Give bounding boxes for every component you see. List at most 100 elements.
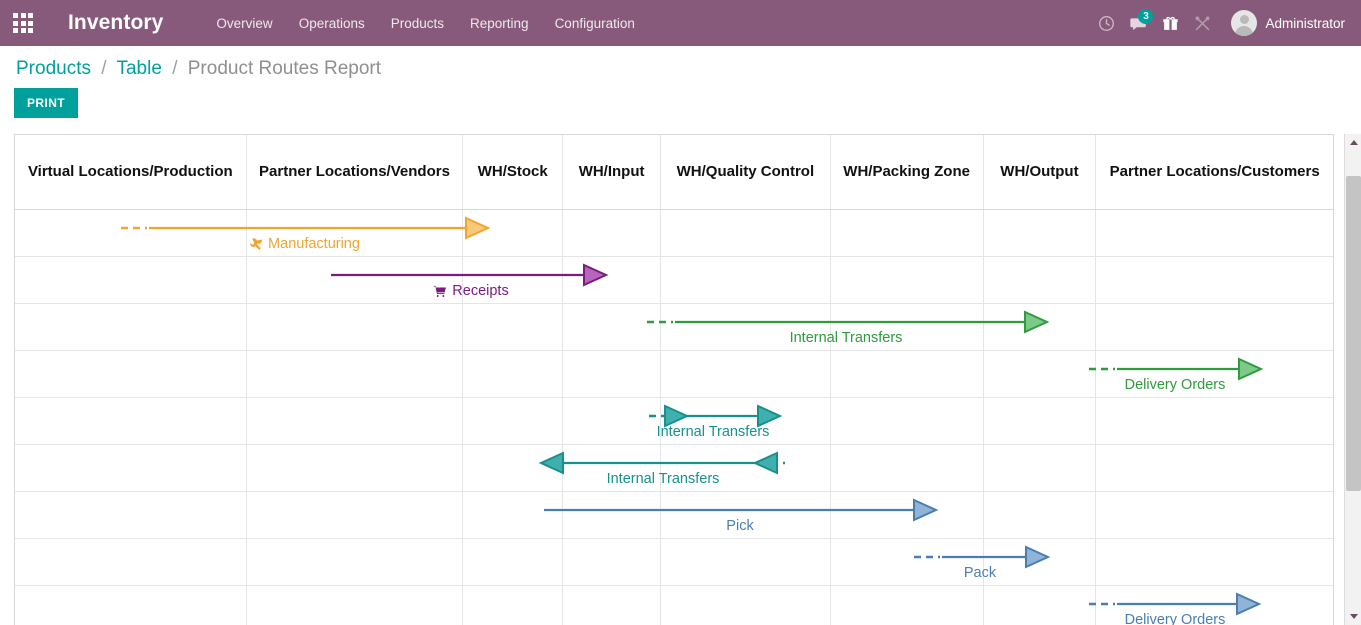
table-cell [984,586,1097,625]
table-cell [463,351,564,397]
table-cell [984,257,1097,303]
scrollbar-thumb[interactable] [1346,176,1361,491]
table-cell [463,586,564,625]
table-header-row: Virtual Locations/Production Partner Loca… [15,135,1333,210]
table-cell [1096,398,1333,444]
navbar-right-tools: 3 Administrator [1091,0,1351,46]
table-cell [831,445,984,491]
table-cell [15,539,247,585]
table-row [15,210,1333,257]
table-cell [247,492,464,538]
table-cell [247,445,464,491]
table-cell [247,257,464,303]
column-header: WH/Quality Control [661,135,831,209]
table-cell [563,586,662,625]
table-cell [463,398,564,444]
print-button[interactable]: PRINT [14,88,78,118]
breadcrumb-item-products[interactable]: Products [16,58,91,79]
table-cell [831,351,984,397]
table-row [15,351,1333,398]
menu-item-products[interactable]: Products [378,10,457,37]
table-cell [1096,351,1333,397]
table-cell [463,539,564,585]
developer-tools-icon[interactable] [1187,0,1217,46]
user-menu[interactable]: Administrator [1219,10,1351,36]
menu-item-configuration[interactable]: Configuration [542,10,648,37]
column-header: Virtual Locations/Production [15,135,247,209]
table-cell [563,351,662,397]
table-cell [563,210,662,256]
column-header: WH/Output [984,135,1097,209]
table-cell [661,398,831,444]
table-cell [661,445,831,491]
apps-grid-icon [13,13,33,33]
user-name-label: Administrator [1265,15,1345,31]
table-cell [15,304,247,350]
table-cell [463,257,564,303]
table-cell [563,257,662,303]
table-cell [15,351,247,397]
table-cell [463,210,564,256]
table-row [15,304,1333,351]
scroll-down-button[interactable] [1345,608,1361,625]
table-row [15,539,1333,586]
table-cell [563,539,662,585]
routes-table: Virtual Locations/Production Partner Loca… [14,134,1334,625]
column-header: WH/Packing Zone [831,135,984,209]
table-cell [1096,586,1333,625]
table-cell [661,304,831,350]
avatar [1231,10,1258,36]
table-cell [831,257,984,303]
breadcrumb-item-table[interactable]: Table [116,58,161,79]
table-cell [661,257,831,303]
table-cell [831,210,984,256]
table-cell [247,351,464,397]
table-cell [247,304,464,350]
messages-icon[interactable]: 3 [1123,0,1154,46]
scroll-up-button[interactable] [1345,134,1361,151]
vertical-scrollbar[interactable] [1344,134,1361,625]
table-cell [463,492,564,538]
table-cell [1096,539,1333,585]
chevron-up-icon [1349,140,1358,145]
table-cell [661,492,831,538]
action-toolbar: PRINT [0,80,1361,118]
table-cell [661,210,831,256]
table-row [15,586,1333,625]
messages-badge: 3 [1138,9,1154,24]
table-cell [1096,257,1333,303]
gift-box-icon[interactable] [1155,0,1185,46]
breadcrumb-separator-1: / [101,58,107,79]
table-body [15,210,1333,625]
table-cell [831,304,984,350]
table-row [15,398,1333,445]
table-cell [247,398,464,444]
menu-item-reporting[interactable]: Reporting [457,10,542,37]
table-cell [661,351,831,397]
table-cell [563,304,662,350]
app-brand-title[interactable]: Inventory [68,11,163,35]
table-cell [247,210,464,256]
table-cell [831,586,984,625]
product-routes-report: Virtual Locations/Production Partner Loca… [14,134,1334,625]
menu-item-overview[interactable]: Overview [203,10,285,37]
table-cell [15,398,247,444]
table-cell [15,586,247,625]
activity-clock-icon[interactable] [1091,0,1121,46]
page-title: Product Routes Report [187,58,382,79]
table-cell [984,445,1097,491]
table-cell [463,304,564,350]
main-menu: Overview Operations Products Reporting C… [203,10,647,37]
apps-menu-button[interactable] [0,0,46,46]
table-cell [984,351,1097,397]
table-row [15,445,1333,492]
table-cell [831,492,984,538]
table-cell [247,586,464,625]
breadcrumb: Products / Table / Product Routes Report [0,46,1361,80]
table-cell [247,539,464,585]
table-cell [563,445,662,491]
menu-item-operations[interactable]: Operations [286,10,378,37]
table-cell [831,398,984,444]
table-cell [661,539,831,585]
column-header: Partner Locations/Customers [1109,163,1320,181]
